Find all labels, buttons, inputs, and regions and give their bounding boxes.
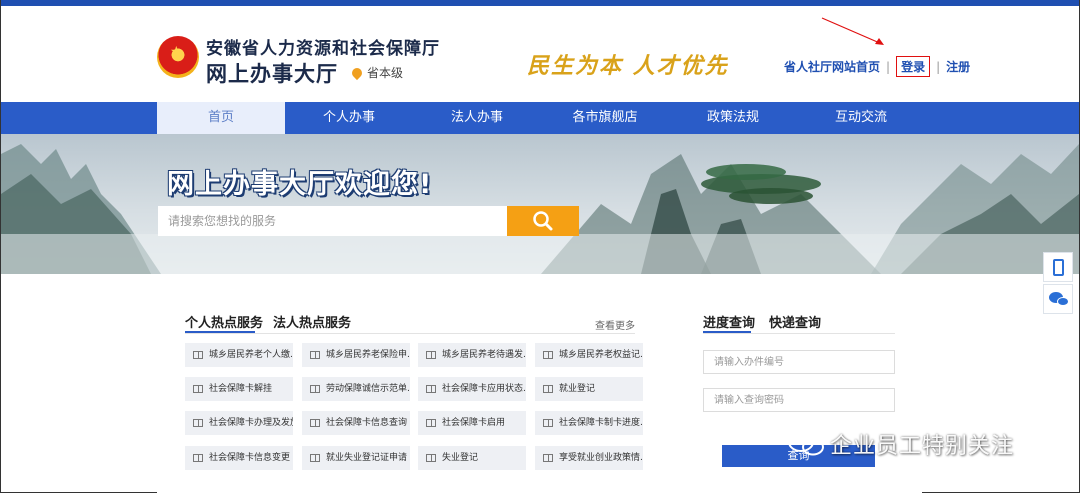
service-label: 社会保障卡解挂 bbox=[209, 384, 273, 394]
book-icon bbox=[543, 419, 553, 427]
book-icon bbox=[426, 454, 436, 462]
wechat-watermark-icon bbox=[788, 432, 824, 456]
search-button[interactable] bbox=[507, 206, 579, 236]
hero-banner: 网上办事大厅欢迎您! bbox=[1, 134, 1079, 274]
service-label: 社会保障卡信息查询 bbox=[326, 418, 408, 428]
nav-home[interactable]: 首页 bbox=[157, 102, 285, 134]
nav-interaction[interactable]: 互动交流 bbox=[797, 102, 925, 134]
service-label: 失业登记 bbox=[442, 453, 479, 463]
nav-policy[interactable]: 政策法规 bbox=[669, 102, 797, 134]
service-label: 就业登记 bbox=[559, 384, 596, 394]
wechat-icon-bubble bbox=[1057, 297, 1069, 306]
service-item[interactable]: 社会保障卡应用状态... bbox=[418, 377, 526, 401]
book-icon bbox=[426, 351, 436, 359]
service-item[interactable]: 社会保障卡解挂 bbox=[185, 377, 293, 401]
service-item[interactable]: 城乡居民养老待遇发... bbox=[418, 343, 526, 367]
query-tab-divider bbox=[703, 333, 895, 334]
service-item[interactable]: 社会保障卡制卡进度... bbox=[535, 411, 643, 435]
slogan: 民生为本 人才优先 bbox=[527, 53, 729, 79]
service-search-input[interactable] bbox=[158, 206, 507, 236]
book-icon bbox=[310, 385, 320, 393]
book-icon bbox=[310, 351, 320, 359]
service-label: 城乡居民养老待遇发... bbox=[442, 350, 526, 360]
login-link[interactable]: 登录 bbox=[901, 60, 925, 74]
phone-icon bbox=[1053, 259, 1064, 276]
nav-personal[interactable]: 个人办事 bbox=[285, 102, 413, 134]
service-label: 城乡居民养老保险申... bbox=[326, 350, 410, 360]
tab-personal-hot[interactable]: 个人热点服务 bbox=[185, 312, 263, 331]
service-item[interactable]: 社会保障卡信息查询 bbox=[302, 411, 410, 435]
wechat-button[interactable] bbox=[1043, 284, 1073, 314]
main-nav: 首页 个人办事 法人办事 各市旗舰店 政策法规 互动交流 bbox=[1, 102, 1079, 134]
annotation-arrow-icon bbox=[821, 17, 884, 45]
book-icon bbox=[193, 351, 203, 359]
service-item[interactable]: 就业失业登记证申请 bbox=[302, 446, 410, 470]
watermark-text: 企业员工特别关注 bbox=[830, 434, 1015, 459]
site-header: ★ 安徽省人力资源和社会保障厅 网上办事大厅 省本级 民生为本 人才优先 省人社… bbox=[1, 6, 1079, 102]
link-separator: | bbox=[936, 60, 941, 74]
service-item[interactable]: 社会保障卡启用 bbox=[418, 411, 526, 435]
location-label: 省本级 bbox=[367, 66, 404, 80]
service-item[interactable]: 就业登记 bbox=[535, 377, 643, 401]
nav-corporate[interactable]: 法人办事 bbox=[413, 102, 541, 134]
top-links: 省人社厅网站首页 | 登录 | 注册 bbox=[784, 56, 970, 77]
book-icon bbox=[310, 454, 320, 462]
service-label: 就业失业登记证申请 bbox=[326, 453, 408, 463]
book-icon bbox=[426, 385, 436, 393]
tab-corporate-hot[interactable]: 法人热点服务 bbox=[273, 312, 351, 331]
tab-divider bbox=[185, 333, 635, 334]
service-label: 社会保障卡应用状态... bbox=[442, 384, 526, 394]
more-link[interactable]: 查看更多 bbox=[595, 317, 635, 332]
national-emblem-icon: ★ bbox=[157, 36, 199, 78]
location-selector[interactable]: 省本级 bbox=[349, 64, 404, 81]
register-link[interactable]: 注册 bbox=[946, 60, 970, 74]
service-label: 享受就业创业政策情... bbox=[559, 453, 643, 463]
service-label: 社会保障卡办理及发放 bbox=[209, 418, 293, 428]
service-item[interactable]: 城乡居民养老个人缴... bbox=[185, 343, 293, 367]
search-icon bbox=[533, 211, 553, 231]
service-item[interactable]: 享受就业创业政策情... bbox=[535, 446, 643, 470]
service-label: 社会保障卡制卡进度... bbox=[559, 418, 643, 428]
login-highlight: 登录 bbox=[896, 56, 931, 77]
book-icon bbox=[310, 419, 320, 427]
tab-express-query[interactable]: 快递查询 bbox=[769, 312, 821, 331]
book-icon bbox=[193, 385, 203, 393]
case-number-input[interactable] bbox=[703, 350, 895, 374]
book-icon bbox=[426, 419, 436, 427]
org-name: 安徽省人力资源和社会保障厅 bbox=[206, 39, 440, 59]
services-panel: 个人热点服务 法人热点服务 查看更多 城乡居民养老个人缴... 城乡居民养老保险… bbox=[157, 275, 922, 493]
service-label: 劳动保障诚信示范单... bbox=[326, 384, 410, 394]
book-icon bbox=[543, 454, 553, 462]
service-item[interactable]: 劳动保障诚信示范单... bbox=[302, 377, 410, 401]
tab-progress-query[interactable]: 进度查询 bbox=[703, 312, 755, 331]
service-item[interactable]: 城乡居民养老权益记... bbox=[535, 343, 643, 367]
mobile-app-button[interactable] bbox=[1043, 252, 1073, 282]
nav-city-stores[interactable]: 各市旗舰店 bbox=[541, 102, 669, 134]
book-icon bbox=[193, 419, 203, 427]
service-label: 社会保障卡启用 bbox=[442, 418, 506, 428]
welcome-heading: 网上办事大厅欢迎您! bbox=[167, 169, 433, 200]
service-item[interactable]: 失业登记 bbox=[418, 446, 526, 470]
service-label: 城乡居民养老个人缴... bbox=[209, 350, 293, 360]
book-icon bbox=[543, 351, 553, 359]
location-pin-icon bbox=[349, 65, 365, 81]
link-separator: | bbox=[886, 60, 891, 74]
query-password-input[interactable] bbox=[703, 388, 895, 412]
service-item[interactable]: 社会保障卡信息变更 bbox=[185, 446, 293, 470]
book-icon bbox=[543, 385, 553, 393]
mountain-landscape-image bbox=[1, 144, 1079, 274]
service-label: 社会保障卡信息变更 bbox=[209, 453, 291, 463]
site-title: 网上办事大厅 bbox=[206, 62, 338, 86]
service-item[interactable]: 城乡居民养老保险申... bbox=[302, 343, 410, 367]
service-item[interactable]: 社会保障卡办理及发放 bbox=[185, 411, 293, 435]
service-label: 城乡居民养老权益记... bbox=[559, 350, 643, 360]
book-icon bbox=[193, 454, 203, 462]
portal-home-link[interactable]: 省人社厅网站首页 bbox=[784, 60, 880, 74]
